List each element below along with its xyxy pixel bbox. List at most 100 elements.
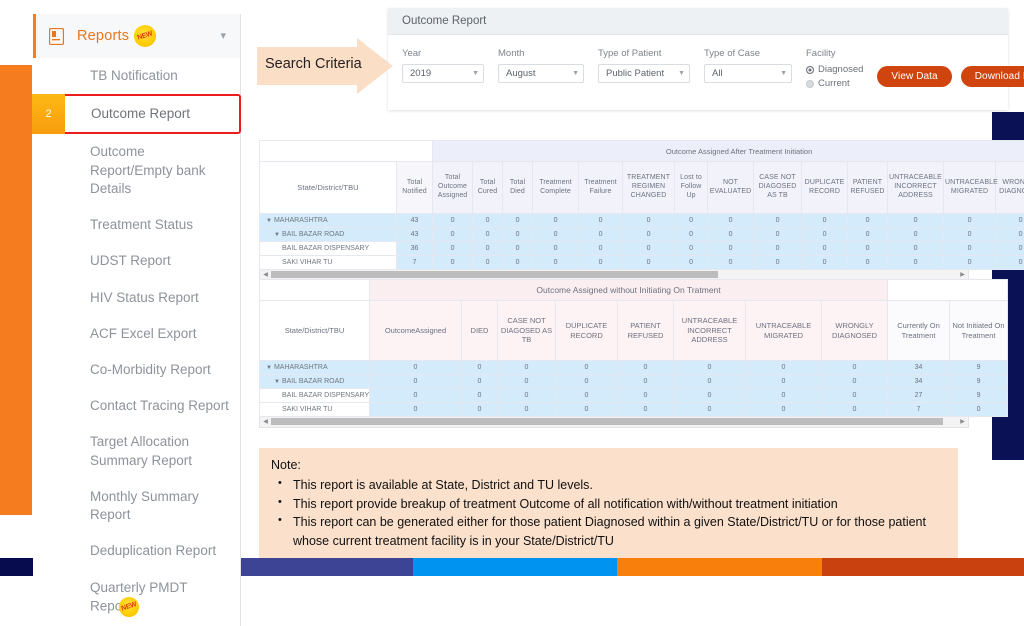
- search-criteria-callout: Search Criteria: [257, 38, 397, 94]
- table-row[interactable]: BAIL BAZAR DISPENSARY 36 0 0 0 0 0 0 0 0…: [260, 242, 1024, 256]
- table-row[interactable]: ▼BAIL BAZAR ROAD 43 0 0 0 0 0 0 0 0 0 0 …: [260, 228, 1024, 242]
- callout-label: Search Criteria: [265, 56, 362, 72]
- sidebar-item-treatment-status[interactable]: Treatment Status: [33, 207, 240, 243]
- scrollbar-thumb[interactable]: [271, 271, 718, 278]
- table2-col-case-not-diagnosed-as-tb[interactable]: CASE NOT DIAGOSED AS TB: [498, 301, 556, 361]
- table-row[interactable]: SAKI VIHAR TU 0 0 0 0 0 0 0 0 7 0: [260, 403, 1008, 417]
- view-data-button[interactable]: View Data: [877, 66, 951, 87]
- table2-col-duplicate-record[interactable]: DUPLICATE RECORD: [556, 301, 618, 361]
- table1-row-label[interactable]: ▼MAHARASHTRA: [260, 214, 397, 228]
- sidebar-item-tb-notification[interactable]: TB Notification: [33, 58, 240, 94]
- cell: 0: [888, 214, 944, 228]
- table-row[interactable]: ▼BAIL BAZAR ROAD 0 0 0 0 0 0 0 0 34 9: [260, 375, 1008, 389]
- table2-col-wrongly-diagnosed[interactable]: WRONGLY DIAGNOSED: [822, 301, 888, 361]
- sidebar-item-target-allocation-summary-report[interactable]: Target Allocation Summary Report: [33, 424, 240, 478]
- table2-col-state[interactable]: State/District/TBU: [260, 301, 370, 361]
- cell: 0: [618, 375, 674, 389]
- cell: 0: [533, 214, 579, 228]
- sidebar-item-acf-excel-export[interactable]: ACF Excel Export: [33, 316, 240, 352]
- table1-col-total-outcome-assigned[interactable]: Total Outcome Assigned: [433, 162, 473, 214]
- table-row[interactable]: ▼MAHARASHTRA 0 0 0 0 0 0 0 0 34 9: [260, 361, 1008, 375]
- table2-col-patient-refused[interactable]: PATIENT REFUSED: [618, 301, 674, 361]
- sidebar-menu-list: TB Notification 2 Outcome Report Outcome…: [33, 58, 240, 626]
- note-title: Note:: [271, 456, 946, 475]
- tree-expander-icon[interactable]: ▼: [266, 218, 272, 224]
- table1-col-not-evaluated[interactable]: NOT EVALUATED: [708, 162, 754, 214]
- scroll-left-icon[interactable]: ◀: [260, 270, 271, 279]
- sidebar-item-monthly-summary-report[interactable]: Monthly Summary Report: [33, 479, 240, 533]
- table-row[interactable]: ▼MAHARASHTRA 43 0 0 0 0 0 0 0 0 0 0 0 0 …: [260, 214, 1024, 228]
- cell: 0: [462, 403, 498, 417]
- type-of-patient-select[interactable]: Public Patient ▼: [598, 64, 690, 83]
- table2-row-label[interactable]: ▼MAHARASHTRA: [260, 361, 370, 375]
- table1-col-total-cured[interactable]: Total Cured: [473, 162, 503, 214]
- table2-col-untraceable-incorrect-address[interactable]: UNTRACEABLE INCORRECT ADDRESS: [674, 301, 746, 361]
- table1-col-patient-refused[interactable]: PATIENT REFUSED: [848, 162, 888, 214]
- sidebar-item-hiv-status-report[interactable]: HIV Status Report: [33, 280, 240, 316]
- table2-col-died[interactable]: DIED: [462, 301, 498, 361]
- table1-col-case-not-diagnosed-as-tb[interactable]: CASE NOT DIAGOSED AS TB: [754, 162, 802, 214]
- scroll-left-icon[interactable]: ◀: [260, 417, 271, 426]
- year-select[interactable]: 2019 ▼: [402, 64, 484, 83]
- table2-row-label[interactable]: ▼BAIL BAZAR ROAD: [260, 375, 370, 389]
- table1-col-state[interactable]: State/District/TBU: [260, 162, 397, 214]
- sidebar-item-outcome-report-empty-bank-details[interactable]: Outcome Report/Empty bank Details: [33, 134, 240, 207]
- table1-col-treatment-complete[interactable]: Treatment Complete: [533, 162, 579, 214]
- table1-col-total-notified[interactable]: Total Notified: [397, 162, 433, 214]
- scrollbar-thumb[interactable]: [271, 418, 943, 425]
- cell: 0: [708, 228, 754, 242]
- sidebar-item-co-morbidity-report[interactable]: Co-Morbidity Report: [33, 352, 240, 388]
- table1-col-treatment-regimen-changed[interactable]: TREATMENT REGIMEN CHANGED: [623, 162, 675, 214]
- cell: 0: [473, 214, 503, 228]
- tree-expander-icon[interactable]: ▼: [266, 365, 272, 371]
- table1-col-duplicate-record[interactable]: DUPLICATE RECORD: [802, 162, 848, 214]
- table1-col-total-died[interactable]: Total Died: [503, 162, 533, 214]
- table1-row-label[interactable]: ▼BAIL BAZAR ROAD: [260, 228, 397, 242]
- cell: 0: [556, 375, 618, 389]
- new-badge-icon: NEW: [119, 597, 139, 617]
- cell: 0: [996, 242, 1024, 256]
- table2-col-untraceable-migrated[interactable]: UNTRACEABLE MIGRATED: [746, 301, 822, 361]
- tree-expander-icon[interactable]: ▼: [274, 379, 280, 385]
- sidebar-header-reports[interactable]: Reports NEW ▾: [33, 14, 240, 58]
- scroll-right-icon[interactable]: ▶: [957, 417, 968, 426]
- tree-expander-icon[interactable]: ▼: [274, 232, 280, 238]
- table2-row-label[interactable]: BAIL BAZAR DISPENSARY: [260, 389, 370, 403]
- sidebar-item-quarterly-pmdt-report[interactable]: Quarterly PMDT ReportNEW: [33, 570, 240, 626]
- cell: 0: [822, 375, 888, 389]
- table1-row-label[interactable]: BAIL BAZAR DISPENSARY: [260, 242, 397, 256]
- scroll-right-icon[interactable]: ▶: [957, 270, 968, 279]
- table1-col-wrongly-diagnosed[interactable]: WRONGLY DIAGNOSED: [996, 162, 1024, 214]
- chevron-down-icon[interactable]: ▾: [220, 31, 226, 42]
- facility-radio-current[interactable]: Current: [806, 78, 863, 89]
- sidebar-item-outcome-report[interactable]: 2 Outcome Report: [32, 94, 241, 134]
- type-of-case-select[interactable]: All ▼: [704, 64, 792, 83]
- group-header-blank: [260, 280, 370, 301]
- cell: 0: [996, 228, 1024, 242]
- sidebar-item-deduplication-report[interactable]: Deduplication Report: [33, 533, 240, 569]
- panel-title: Outcome Report: [388, 8, 1008, 35]
- table2-horizontal-scrollbar[interactable]: ◀ ▶: [259, 417, 969, 428]
- table1-col-untraceable-incorrect-address[interactable]: UNTRACEABLE INCORRECT ADDRESS: [888, 162, 944, 214]
- sidebar-item-udst-report[interactable]: UDST Report: [33, 243, 240, 279]
- month-select[interactable]: August ▼: [498, 64, 584, 83]
- table1-row-label[interactable]: SAKI VIHAR TU: [260, 256, 397, 270]
- facility-radio-diagnosed[interactable]: Diagnosed: [806, 64, 863, 75]
- cell: 0: [623, 242, 675, 256]
- table1-col-treatment-failure[interactable]: Treatment Failure: [579, 162, 623, 214]
- table1-col-untraceable-migrated[interactable]: UNTRACEABLE MIGRATED: [944, 162, 996, 214]
- table1-col-lost-to-follow-up[interactable]: Lost to Follow Up: [675, 162, 708, 214]
- table-row[interactable]: BAIL BAZAR DISPENSARY 0 0 0 0 0 0 0 0 27…: [260, 389, 1008, 403]
- panel-filters: Year 2019 ▼ Month August ▼ Type of Patie…: [388, 35, 1008, 110]
- table-row[interactable]: SAKI VIHAR TU 7 0 0 0 0 0 0 0 0 0 0 0 0 …: [260, 256, 1024, 270]
- table2-col-not-initiated-on-treatment[interactable]: Not Initiated On Treatment: [950, 301, 1008, 361]
- table2-col-outcome-assigned[interactable]: OutcomeAssigned: [370, 301, 462, 361]
- cell: 0: [754, 214, 802, 228]
- table2-row-label[interactable]: SAKI VIHAR TU: [260, 403, 370, 417]
- sidebar-item-contact-tracing-report[interactable]: Contact Tracing Report: [33, 388, 240, 424]
- cell-not-initiated-on-treatment: 9: [950, 389, 1008, 403]
- table2-col-currently-on-treatment[interactable]: Currently On Treatment: [888, 301, 950, 361]
- cell: 0: [674, 403, 746, 417]
- download-excel-button[interactable]: Download Excel: [961, 66, 1024, 87]
- field-year-label: Year: [402, 48, 484, 59]
